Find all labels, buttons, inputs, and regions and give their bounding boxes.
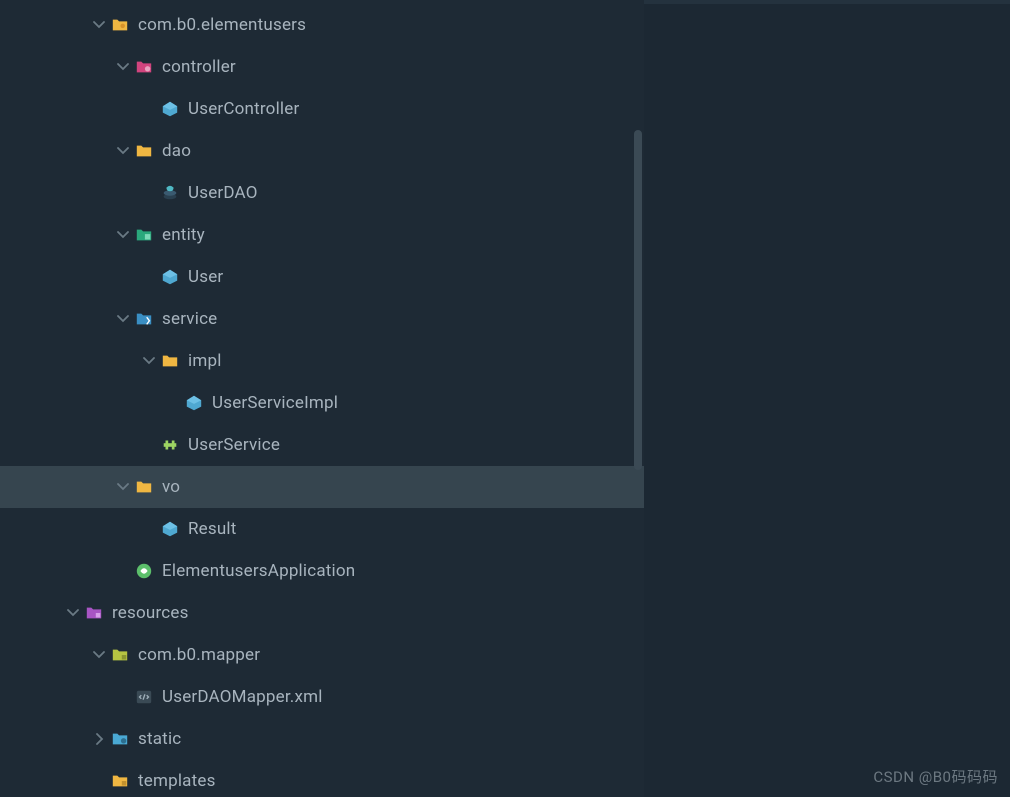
tree-item-userdao[interactable]: UserDAO [0,172,644,214]
chevron-down-icon[interactable] [112,229,134,241]
tree-item-label: vo [162,477,180,497]
chevron-down-icon[interactable] [88,19,110,31]
tree-item-impl[interactable]: impl [0,340,644,382]
tree-item-label: com.b0.mapper [138,645,260,665]
tree-item-dao[interactable]: dao [0,130,644,172]
folder-icon [134,477,154,497]
tree-item-label: entity [162,225,205,245]
tree-item-label: resources [112,603,189,623]
tree-item-user[interactable]: User [0,256,644,298]
chevron-down-icon[interactable] [112,481,134,493]
chevron-down-icon[interactable] [112,145,134,157]
folder-icon [134,141,154,161]
tree-item-label: User [188,267,223,287]
tree-item-label: UserService [188,435,280,455]
tree-item-result[interactable]: Result [0,508,644,550]
tree-item-elementusersapplication[interactable]: ElementusersApplication [0,550,644,592]
scrollbar-thumb[interactable] [634,130,642,470]
tree-item-usercontroller[interactable]: UserController [0,88,644,130]
panel-container: com.b0.elementusers controller UserControl… [0,0,1010,797]
tree-item-label: static [138,729,181,749]
tree-item-label: impl [188,351,222,371]
tree-item-userservice[interactable]: UserService [0,424,644,466]
tree-item-com-b0-mapper[interactable]: com.b0.mapper [0,634,644,676]
tree-item-entity[interactable]: entity [0,214,644,256]
chevron-down-icon[interactable] [112,313,134,325]
tree-item-userserviceimpl[interactable]: UserServiceImpl [0,382,644,424]
xml-icon [134,687,154,707]
tree-item-label: com.b0.elementusers [138,15,306,35]
tree-item-label: ElementusersApplication [162,561,355,581]
tree-item-static[interactable]: static [0,718,644,760]
tree-item-label: UserController [188,99,299,119]
class-icon [160,99,180,119]
folder-resources-icon [84,603,104,623]
tree-item-label: UserServiceImpl [212,393,338,413]
folder-templates-icon [110,771,130,791]
interface-icon [160,435,180,455]
folder-static-icon [110,729,130,749]
tree-item-service[interactable]: service [0,298,644,340]
folder-service-icon [134,309,154,329]
tree-item-label: Result [188,519,237,539]
class-icon [160,519,180,539]
chevron-down-icon[interactable] [112,61,134,73]
tree-item-label: controller [162,57,236,77]
tree-item-label: templates [138,771,216,791]
folder-entity-icon [134,225,154,245]
chevron-right-icon[interactable] [88,733,110,745]
tree-item-resources[interactable]: resources [0,592,644,634]
chevron-down-icon[interactable] [138,355,160,367]
tree-item-label: dao [162,141,191,161]
dao-icon [160,183,180,203]
class-icon [184,393,204,413]
folder-mapper-icon [110,645,130,665]
editor-area [644,0,1010,797]
watermark: CSDN @B0码码码 [873,766,998,787]
folder-icon [160,351,180,371]
spring-icon [134,561,154,581]
folder-controller-icon [134,57,154,77]
chevron-down-icon[interactable] [62,607,84,619]
tree-item-userdaomapper-xml[interactable]: UserDAOMapper.xml [0,676,644,718]
tree-item-label: UserDAOMapper.xml [162,687,323,707]
tree-item-vo[interactable]: vo [0,466,644,508]
tree-item-controller[interactable]: controller [0,46,644,88]
tree-item-label: service [162,309,217,329]
tree-item-templates[interactable]: templates [0,760,644,797]
tree-item-com-b0-elementusers[interactable]: com.b0.elementusers [0,4,644,46]
class-icon [160,267,180,287]
project-tree-panel[interactable]: com.b0.elementusers controller UserControl… [0,0,644,797]
chevron-down-icon[interactable] [88,649,110,661]
tree-item-label: UserDAO [188,183,258,203]
folder-package-icon [110,15,130,35]
